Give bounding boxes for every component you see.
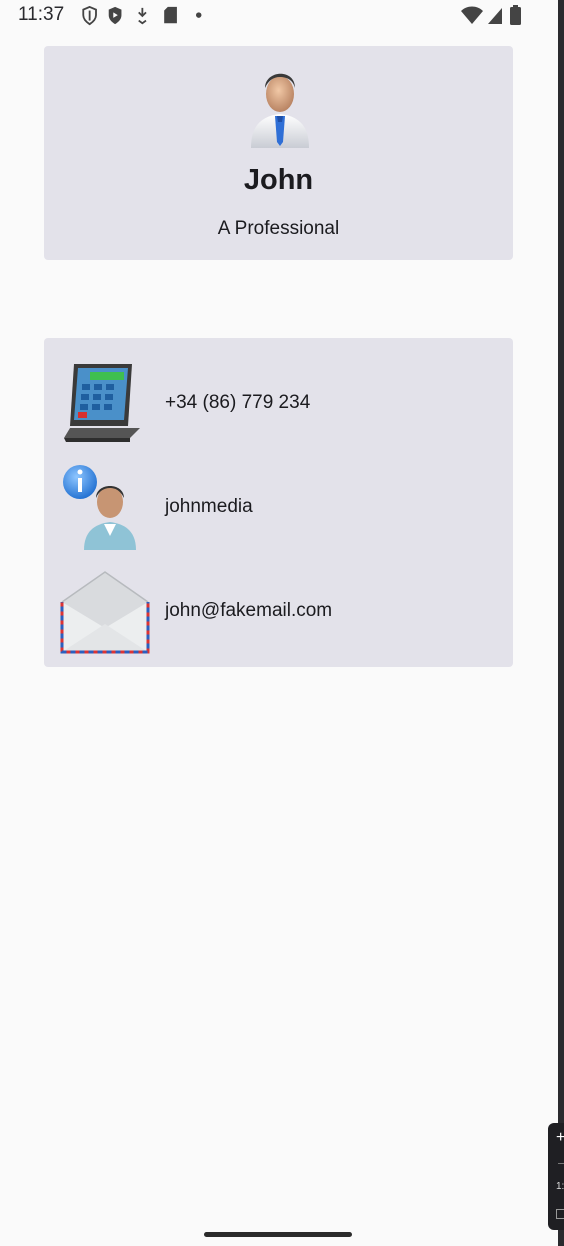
signal-icon <box>488 8 502 24</box>
status-time: 11:37 <box>18 4 65 25</box>
play-protect-icon <box>108 6 122 25</box>
contact-card: +34 (86) 779 234 johnmedia john@fakemail… <box>44 338 513 667</box>
floating-overlay-widget[interactable]: + 1: <box>548 1123 564 1230</box>
widget-plus-icon[interactable]: + <box>556 1129 564 1147</box>
navigation-handle[interactable] <box>204 1232 352 1237</box>
businessman-avatar-icon <box>251 73 309 148</box>
download-icon <box>138 7 147 25</box>
profile-name: John <box>243 164 314 196</box>
user-info-icon <box>63 465 136 550</box>
widget-text: 1: <box>556 1181 564 1192</box>
wifi-icon <box>461 6 483 24</box>
contact-row-username[interactable]: johnmedia <box>44 456 513 552</box>
envelope-icon <box>60 571 150 654</box>
widget-divider <box>558 1163 564 1164</box>
dot-icon <box>196 12 202 18</box>
contact-username-text: johnmedia <box>165 496 253 517</box>
widget-square-icon[interactable] <box>556 1209 564 1219</box>
screen-edge <box>558 0 564 1246</box>
contact-phone-text: +34 (86) 779 234 <box>165 392 311 413</box>
contact-row-email[interactable]: john@fakemail.com <box>44 560 513 656</box>
contact-row-phone[interactable]: +34 (86) 779 234 <box>44 352 513 448</box>
sd-card-icon <box>164 6 177 24</box>
profile-title: A Professional <box>217 218 340 239</box>
battery-icon <box>510 7 521 25</box>
status-bar: 11:37 <box>0 0 564 34</box>
profile-card: John A Professional <box>44 46 513 260</box>
status-icons-left <box>82 6 202 26</box>
phone-calculator-icon <box>64 364 140 442</box>
status-icons-right <box>461 5 521 25</box>
contact-email-text: john@fakemail.com <box>165 600 333 621</box>
vpn-shield-icon <box>82 6 97 26</box>
